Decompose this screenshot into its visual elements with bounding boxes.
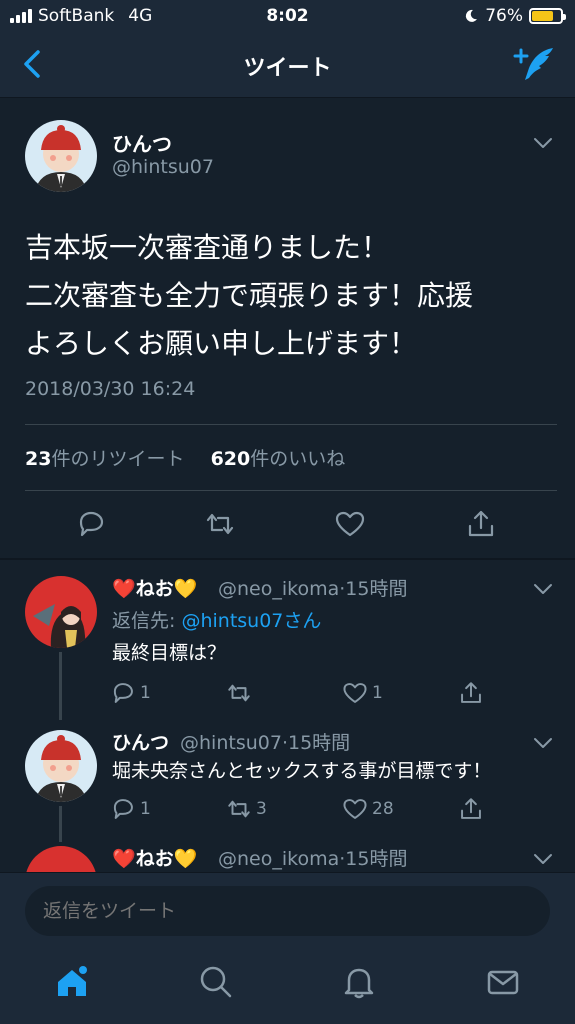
reply-meta: @neo_ikoma·15時間 — [218, 848, 408, 870]
like-action[interactable]: 28 — [342, 796, 394, 822]
author-name[interactable]: ひんつ — [112, 728, 169, 755]
tweet-timestamp: 2018/03/30 16:24 — [25, 378, 196, 400]
reply-actions: 1 1 — [110, 680, 510, 710]
reply-bar — [0, 872, 575, 940]
reply-to: 返信先: @hintsu07さん — [112, 606, 321, 633]
retweet-icon[interactable] — [226, 680, 252, 706]
like-count: 1 — [372, 683, 383, 703]
tab-bar — [0, 940, 575, 1024]
retweet-label[interactable]: 件のリツイート — [51, 448, 184, 470]
author-name[interactable]: ❤️ねお💛 — [112, 844, 197, 871]
heart-icon[interactable] — [342, 680, 368, 706]
avatar[interactable] — [25, 730, 97, 802]
battery-icon — [529, 8, 566, 24]
share-icon[interactable] — [458, 680, 484, 706]
author-handle[interactable]: @neo_ikoma — [218, 578, 339, 600]
reply-icon[interactable] — [75, 508, 107, 540]
chevron-down-icon[interactable] — [532, 582, 554, 596]
share-icon[interactable] — [458, 796, 484, 822]
status-right: 76% — [463, 6, 566, 26]
reply-time: 15時間 — [345, 848, 408, 870]
compose-tweet-icon[interactable] — [511, 44, 557, 84]
reply-input[interactable] — [25, 886, 550, 936]
like-count[interactable]: 620 — [211, 448, 251, 470]
home-icon[interactable] — [54, 964, 90, 1000]
thread-line — [59, 652, 62, 720]
retweet-count: 3 — [256, 799, 267, 819]
page-title: ツイート — [243, 56, 332, 81]
reply-to-label: 返信先: — [112, 610, 182, 632]
action-bar — [0, 502, 575, 546]
reply-action[interactable]: 1 — [110, 680, 151, 706]
reply-icon[interactable] — [110, 796, 136, 822]
reply-item[interactable]: ❤️ねお💛 @neo_ikoma·15時間 — [0, 842, 575, 872]
status-bar: SoftBank 4G 8:02 76% — [0, 0, 575, 32]
nav-bar: ツイート — [0, 32, 575, 98]
reply-actions: 1 3 28 — [110, 796, 510, 826]
author-handle[interactable]: @hintsu07 — [180, 732, 282, 754]
battery-percent: 76% — [485, 6, 523, 26]
main-tweet: ひんつ @hintsu07 吉本坂一次審査通りました！ 二次審査も全力で頑張りま… — [0, 98, 575, 558]
retweet-icon[interactable] — [204, 508, 236, 540]
avatar[interactable] — [25, 846, 97, 872]
tweet-stats: 23件のリツイート 620件のいいね — [25, 444, 345, 471]
divider — [25, 490, 557, 491]
thread-line — [59, 806, 62, 842]
reply-meta: @neo_ikoma·15時間 — [218, 578, 408, 600]
reply-action[interactable]: 1 — [110, 796, 151, 822]
heart-icon[interactable] — [334, 508, 366, 540]
share-action[interactable] — [458, 796, 484, 822]
retweet-action[interactable] — [226, 680, 256, 706]
avatar[interactable] — [25, 120, 97, 192]
author-handle[interactable]: @neo_ikoma — [218, 848, 339, 870]
like-label[interactable]: 件のいいね — [250, 448, 345, 470]
author-name[interactable]: ひんつ — [112, 128, 172, 157]
search-icon[interactable] — [198, 964, 234, 1000]
reply-time: 15時間 — [287, 732, 351, 754]
reply-text: 堀未央奈さんとセックスする事が目標です！ — [112, 760, 492, 782]
author-name[interactable]: ❤️ねお💛 — [112, 574, 197, 601]
reply-time: 15時間 — [345, 578, 408, 600]
tweet-text: 吉本坂一次審査通りました！ 二次審査も全力で頑張ります！応援 よろしくお願い申し… — [25, 231, 474, 360]
messages-icon[interactable] — [485, 964, 521, 1000]
reply-meta: @hintsu07·15時間 — [180, 732, 351, 754]
reply-count: 1 — [140, 799, 151, 819]
author-handle[interactable]: @hintsu07 — [112, 156, 214, 178]
reply-to-link[interactable]: @hintsu07さん — [181, 610, 321, 632]
chevron-down-icon[interactable] — [532, 736, 554, 750]
reply-icon[interactable] — [110, 680, 136, 706]
chevron-down-icon[interactable] — [532, 136, 554, 150]
heart-icon[interactable] — [342, 796, 368, 822]
reply-item[interactable]: ❤️ねお💛 @neo_ikoma·15時間 返信先: @hintsu07さん 最… — [0, 560, 575, 720]
retweet-icon[interactable] — [226, 796, 252, 822]
share-icon[interactable] — [465, 508, 497, 540]
retweet-count[interactable]: 23 — [25, 448, 51, 470]
notifications-icon[interactable] — [341, 964, 377, 1000]
moon-icon — [466, 9, 478, 22]
chevron-down-icon[interactable] — [532, 852, 554, 866]
divider — [25, 424, 557, 425]
avatar[interactable] — [25, 576, 97, 648]
reply-count: 1 — [140, 683, 151, 703]
share-action[interactable] — [458, 680, 484, 706]
like-action[interactable]: 1 — [342, 680, 383, 706]
battery-fill — [532, 11, 554, 21]
retweet-action[interactable]: 3 — [226, 796, 267, 822]
like-count: 28 — [372, 799, 394, 819]
reply-text: 最終目標は？ — [112, 642, 227, 664]
reply-item[interactable]: ひんつ @hintsu07·15時間 堀未央奈さんとセックスする事が目標です！ … — [0, 720, 575, 842]
